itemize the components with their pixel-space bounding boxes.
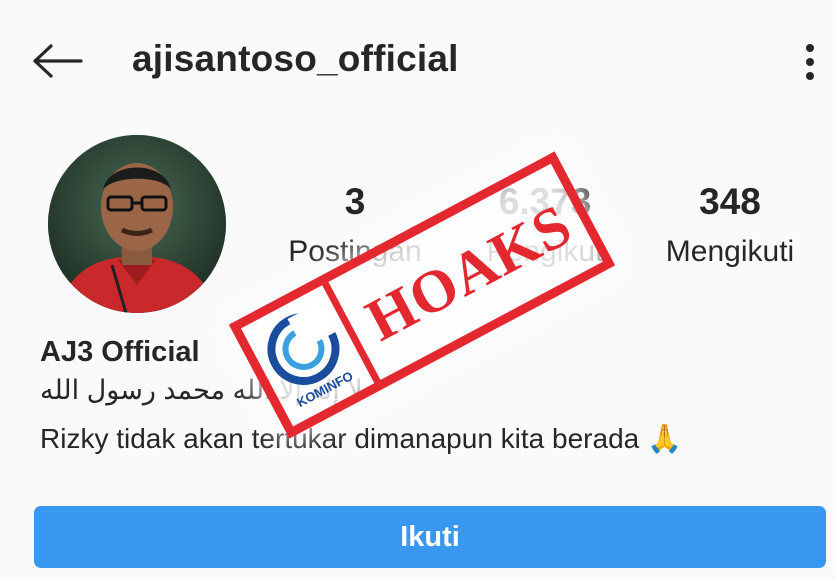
profile-header: ajisantoso_official — [0, 0, 836, 120]
stat-posts[interactable]: 3 Postingan — [280, 180, 430, 272]
follow-button[interactable]: Ikuti — [34, 506, 826, 568]
posts-label: Postingan — [288, 235, 422, 268]
profile-username: ajisantoso_official — [132, 38, 459, 79]
more-vertical-icon — [806, 44, 814, 80]
posts-count: 3 — [344, 181, 366, 222]
profile-full-name: AJ3 Official — [40, 336, 200, 368]
stat-following[interactable]: 348 Mengikuti — [650, 180, 810, 272]
arrow-left-icon — [33, 44, 83, 78]
profile-avatar[interactable] — [48, 135, 226, 313]
back-button[interactable] — [28, 38, 86, 84]
profile-bio-arabic: لا إله إلا الله محمد رسول الله — [40, 375, 363, 405]
following-label: Mengikuti — [665, 235, 795, 268]
followers-count: 6.373 — [498, 181, 592, 222]
following-count: 348 — [699, 181, 761, 222]
more-options-button[interactable] — [792, 40, 828, 84]
followers-label: Pengikut — [486, 235, 604, 268]
profile-bio-text: Rizky tidak akan tertukar dimanapun kita… — [40, 423, 682, 454]
stat-followers[interactable]: 6.373 Pengikut — [470, 180, 620, 272]
